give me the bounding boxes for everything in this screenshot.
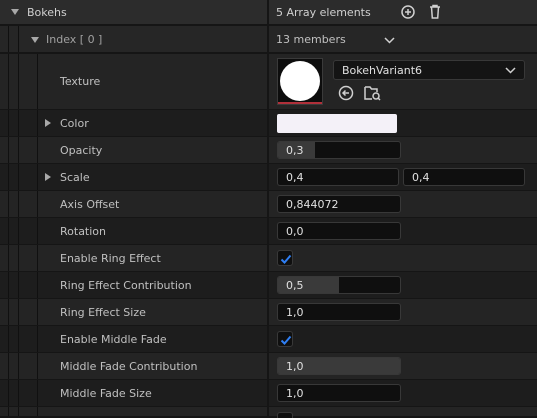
- collapse-arrow-icon[interactable]: [31, 37, 39, 43]
- rotation-value: 0,0: [286, 224, 304, 238]
- scale-row: Scale 0,4 0,4: [0, 164, 537, 190]
- members-count: 13 members: [276, 32, 346, 46]
- ring-contribution-label: Ring Effect Contribution: [60, 278, 192, 292]
- bokehs-label: Bokehs: [27, 5, 67, 19]
- browse-asset-icon[interactable]: [364, 85, 381, 104]
- ring-contribution-value: 0,5: [286, 278, 304, 292]
- opacity-value: 0,3: [286, 143, 304, 157]
- middle-fade-contribution-label: Middle Fade Contribution: [60, 359, 198, 373]
- middle-fade-size-label: Middle Fade Size: [60, 386, 152, 400]
- array-count: 5 Array elements: [276, 5, 371, 19]
- enable-middle-fade-label: Enable Middle Fade: [60, 332, 167, 346]
- color-swatch[interactable]: [277, 114, 397, 133]
- column-divider: [267, 0, 269, 24]
- chevron-down-icon[interactable]: [384, 35, 395, 48]
- bokehs-array-row: Bokehs 5 Array elements: [0, 0, 537, 24]
- color-label: Color: [60, 116, 89, 130]
- checkmark-icon: [280, 254, 292, 264]
- enable-ring-checkbox[interactable]: [277, 250, 293, 266]
- axis-offset-value: 0,844072: [286, 197, 339, 211]
- rotation-row: Rotation 0,0: [0, 218, 537, 244]
- axis-offset-field[interactable]: 0,844072: [277, 195, 401, 213]
- texture-asset-picker[interactable]: BokehVariant6: [333, 60, 525, 80]
- ring-size-row: Ring Effect Size 1,0: [0, 299, 537, 325]
- opacity-label: Opacity: [60, 143, 103, 157]
- expand-arrow-icon[interactable]: [45, 173, 51, 181]
- scale-x-value: 0,4: [286, 170, 304, 184]
- ring-contribution-slider[interactable]: 0,5: [277, 276, 401, 294]
- axis-offset-label: Axis Offset: [60, 197, 120, 211]
- axis-offset-row: Axis Offset 0,844072: [0, 191, 537, 217]
- enable-middle-fade-checkbox[interactable]: [277, 331, 293, 347]
- use-selected-asset-icon[interactable]: [338, 85, 354, 104]
- next-checkbox-partial[interactable]: [277, 412, 293, 418]
- ring-size-field[interactable]: 1,0: [277, 303, 401, 321]
- next-row-partial: [0, 407, 537, 418]
- scale-label: Scale: [60, 170, 90, 184]
- scale-x-field[interactable]: 0,4: [277, 168, 399, 186]
- texture-row: Texture BokehVariant6: [0, 54, 537, 109]
- scale-y-field[interactable]: 0,4: [403, 168, 525, 186]
- middle-fade-contribution-slider[interactable]: 1,0: [277, 357, 401, 375]
- ring-contribution-row: Ring Effect Contribution 0,5: [0, 272, 537, 298]
- ring-size-value: 1,0: [286, 305, 304, 319]
- collapse-arrow-icon[interactable]: [11, 9, 19, 15]
- middle-fade-size-value: 1,0: [286, 386, 304, 400]
- middle-fade-contribution-row: Middle Fade Contribution 1,0: [0, 353, 537, 379]
- expand-arrow-icon[interactable]: [45, 119, 51, 127]
- checkmark-icon: [280, 335, 292, 345]
- enable-ring-row: Enable Ring Effect: [0, 245, 537, 271]
- texture-label: Texture: [60, 75, 101, 88]
- texture-thumbnail[interactable]: [277, 58, 323, 105]
- index-0-row: Index [ 0 ] 13 members: [0, 26, 537, 52]
- enable-ring-label: Enable Ring Effect: [60, 251, 161, 265]
- texture-asset-name: BokehVariant6: [342, 63, 423, 77]
- index-0-label: Index [ 0 ]: [46, 32, 103, 46]
- middle-fade-size-row: Middle Fade Size 1,0: [0, 380, 537, 406]
- middle-fade-size-field[interactable]: 1,0: [277, 384, 401, 402]
- scale-y-value: 0,4: [412, 170, 430, 184]
- opacity-row: Opacity 0,3: [0, 137, 537, 163]
- delete-all-icon[interactable]: [427, 3, 443, 19]
- middle-fade-contribution-value: 1,0: [286, 359, 304, 373]
- enable-middle-fade-row: Enable Middle Fade: [0, 326, 537, 352]
- rotation-field[interactable]: 0,0: [277, 222, 401, 240]
- add-element-icon[interactable]: [400, 4, 416, 20]
- rotation-label: Rotation: [60, 224, 107, 238]
- color-row: Color: [0, 110, 537, 136]
- ring-size-label: Ring Effect Size: [60, 305, 146, 319]
- opacity-slider[interactable]: 0,3: [277, 141, 401, 159]
- chevron-down-icon: [505, 67, 516, 74]
